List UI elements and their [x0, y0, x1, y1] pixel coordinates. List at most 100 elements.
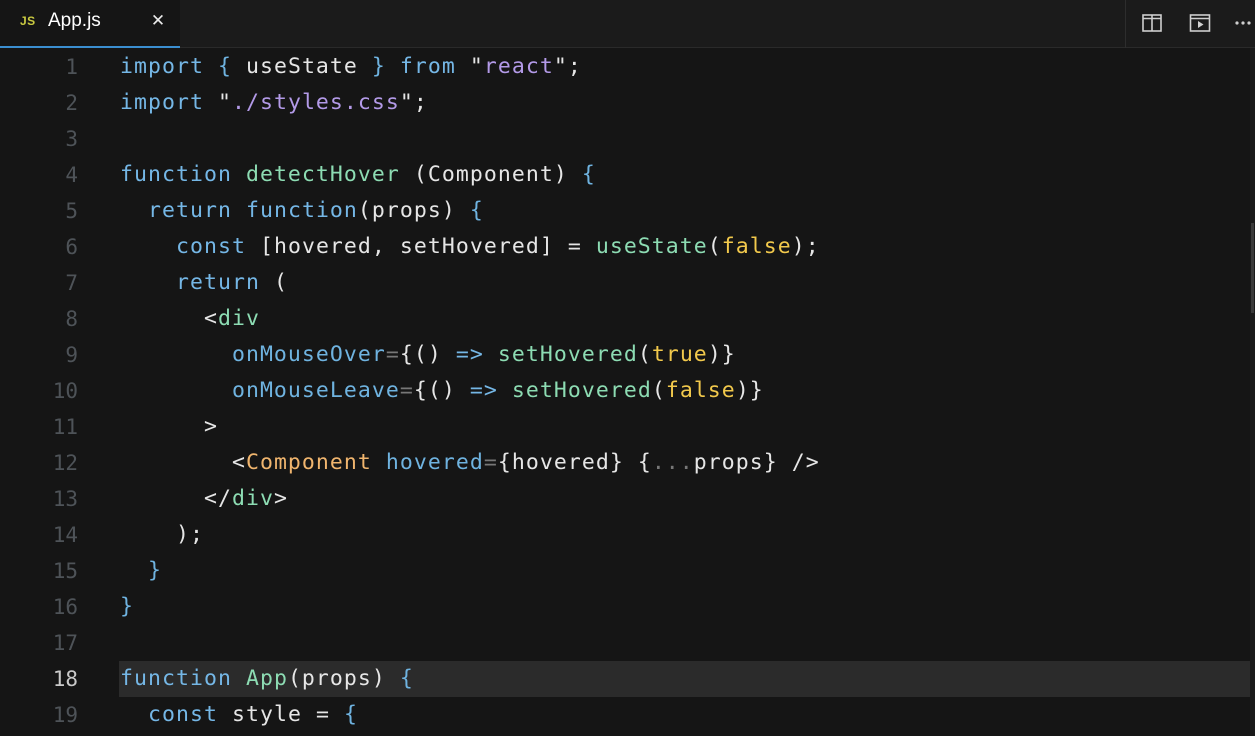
code-token: );: [120, 522, 204, 547]
code-line[interactable]: 11 >: [0, 409, 1255, 445]
code-line[interactable]: 1 import { useState } from "react";: [0, 49, 1255, 85]
code-line[interactable]: 19 const style = {: [0, 697, 1255, 733]
preview-icon[interactable]: [1188, 11, 1212, 35]
code-line[interactable]: 16}: [0, 589, 1255, 625]
code-text[interactable]: onMouseOver={() => setHovered(true)}: [120, 337, 736, 373]
split-editor-icon[interactable]: [1140, 11, 1164, 35]
code-line[interactable]: 4 function detectHover (Component) {: [0, 157, 1255, 193]
line-number: 7: [65, 271, 78, 295]
line-number: 13: [52, 487, 78, 511]
code-text[interactable]: >: [120, 409, 218, 445]
code-token: </: [120, 486, 232, 511]
code-line-content[interactable]: <div: [119, 301, 1255, 337]
scrollbar-thumb[interactable]: [1251, 223, 1254, 313]
line-number: 14: [52, 523, 78, 547]
code-line-content[interactable]: const [hovered, setHovered] = useState(f…: [119, 229, 1255, 265]
scrollbar-track[interactable]: [1250, 48, 1255, 736]
code-line[interactable]: 5 return function(props) {: [0, 193, 1255, 229]
code-text[interactable]: }: [120, 589, 134, 625]
code-text[interactable]: const [hovered, setHovered] = useState(f…: [120, 229, 820, 265]
code-line-content[interactable]: import { useState } from "react";: [119, 49, 1255, 85]
code-line-content[interactable]: return (: [119, 265, 1255, 301]
code-text[interactable]: import "./styles.css";: [120, 85, 428, 121]
code-line-content[interactable]: </div>: [119, 481, 1255, 517]
code-text[interactable]: function detectHover (Component) {: [120, 157, 596, 193]
code-line[interactable]: 18 function App(props) {: [0, 661, 1255, 697]
close-icon[interactable]: ✕: [148, 11, 168, 31]
code-text[interactable]: return function(props) {: [120, 193, 484, 229]
code-text[interactable]: <div: [120, 301, 260, 337]
line-number: 8: [65, 307, 78, 331]
code-editor[interactable]: 1 import { useState } from "react"; 2 impor…: [0, 48, 1255, 736]
code-line[interactable]: 2 import "./styles.css";: [0, 85, 1255, 121]
code-line[interactable]: 14 );: [0, 517, 1255, 553]
code-line[interactable]: 7 return (: [0, 265, 1255, 301]
code-text[interactable]: <Component hovered={hovered} {...props} …: [120, 445, 820, 481]
code-line-content[interactable]: function detectHover (Component) {: [119, 157, 1255, 193]
code-token: );: [791, 234, 820, 259]
code-token: ...: [651, 450, 694, 475]
line-number: 9: [65, 343, 78, 367]
code-token: ";: [553, 54, 582, 79]
code-line-content[interactable]: onMouseLeave={() => setHovered(false)}: [119, 373, 1255, 409]
code-token: div: [231, 486, 274, 511]
code-text[interactable]: onMouseLeave={() => setHovered(false)}: [120, 373, 764, 409]
code-line-content[interactable]: <Component hovered={hovered} {...props} …: [119, 445, 1255, 481]
code-line-content[interactable]: }: [119, 589, 1255, 625]
code-line[interactable]: 3: [0, 121, 1255, 157]
code-line[interactable]: 8 <div: [0, 301, 1255, 337]
code-text[interactable]: const style = {: [120, 697, 358, 733]
code-token: {: [581, 162, 596, 187]
code-line[interactable]: 17: [0, 625, 1255, 661]
code-text[interactable]: function App(props) {: [120, 661, 414, 697]
code-line-content[interactable]: [119, 121, 1255, 157]
code-token: <: [120, 306, 218, 331]
code-token: =>: [455, 342, 484, 367]
code-line[interactable]: 9 onMouseOver={() => setHovered(true)}: [0, 337, 1255, 373]
code-line-content[interactable]: );: [119, 517, 1255, 553]
code-token: from: [399, 54, 456, 79]
code-line-content[interactable]: import "./styles.css";: [119, 85, 1255, 121]
javascript-file-icon: JS: [20, 14, 36, 28]
code-line-content[interactable]: return function(props) {: [119, 193, 1255, 229]
code-token: =: [483, 450, 498, 475]
code-token: {(): [399, 342, 456, 367]
code-text[interactable]: );: [120, 517, 204, 553]
code-token: detectHover: [245, 162, 400, 187]
code-token: (props): [287, 666, 400, 691]
code-text[interactable]: }: [120, 553, 162, 589]
code-token: react: [483, 54, 554, 79]
code-text[interactable]: import { useState } from "react";: [120, 49, 582, 85]
code-line-content[interactable]: onMouseOver={() => setHovered(true)}: [119, 337, 1255, 373]
code-line[interactable]: 12 <Component hovered={hovered} {...prop…: [0, 445, 1255, 481]
more-actions-icon[interactable]: [1234, 11, 1255, 35]
code-line[interactable]: 6 const [hovered, setHovered] = useState…: [0, 229, 1255, 265]
code-line[interactable]: 15 }: [0, 553, 1255, 589]
code-token: onMouseLeave: [231, 378, 400, 403]
line-number: 4: [65, 163, 78, 187]
code-token: props} />: [693, 450, 820, 475]
code-line-content[interactable]: const style = {: [119, 697, 1255, 733]
code-line-content[interactable]: function App(props) {: [119, 661, 1255, 697]
editor-tab-bar: JS App.js ✕: [0, 0, 1255, 48]
code-line[interactable]: 13 </div>: [0, 481, 1255, 517]
code-token: div: [217, 306, 260, 331]
code-line-content[interactable]: }: [119, 553, 1255, 589]
code-text[interactable]: return (: [120, 265, 288, 301]
code-line-content[interactable]: [119, 625, 1255, 661]
code-line[interactable]: 10 onMouseLeave={() => setHovered(false)…: [0, 373, 1255, 409]
code-token: =: [399, 378, 414, 403]
code-token: function: [120, 666, 232, 691]
code-text[interactable]: </div>: [120, 481, 288, 517]
code-token: [hovered, setHovered] =: [245, 234, 596, 259]
code-line-content[interactable]: >: [119, 409, 1255, 445]
code-token: {: [217, 54, 232, 79]
code-token: )}: [707, 342, 736, 367]
code-token: ./styles.css: [231, 90, 400, 115]
code-token: false: [665, 378, 736, 403]
tab-app-js[interactable]: JS App.js ✕: [0, 0, 180, 48]
line-number: 17: [52, 631, 78, 655]
